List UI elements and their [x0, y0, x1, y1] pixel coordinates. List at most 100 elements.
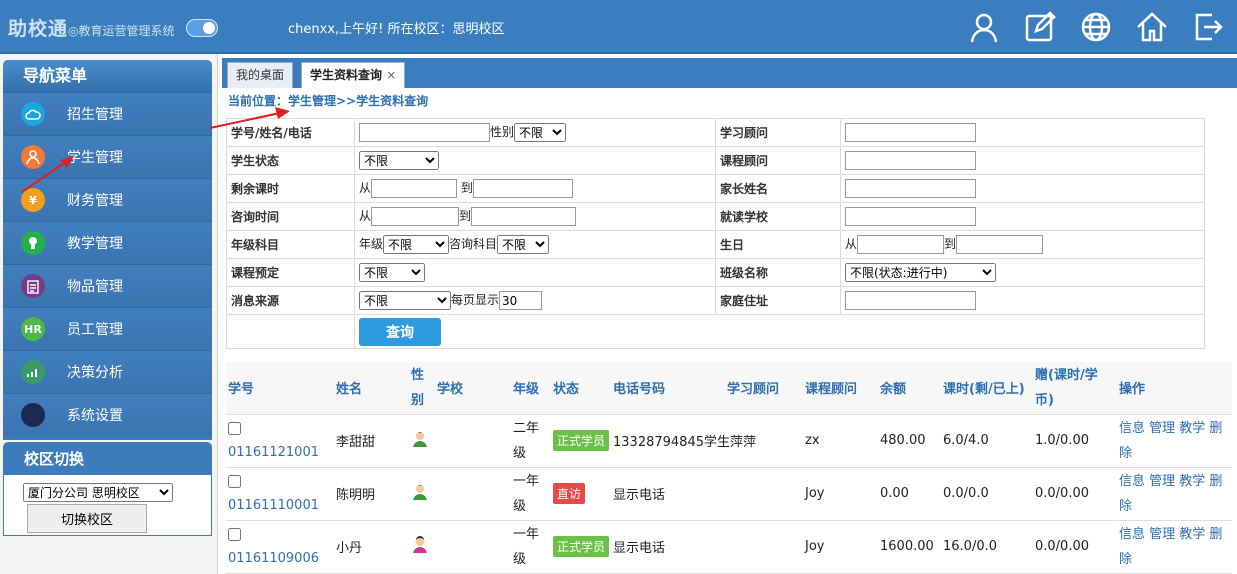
gift-cell: 1.0/0.00	[1033, 414, 1117, 468]
col-phone[interactable]: 电话号码	[611, 362, 725, 415]
reserve-select[interactable]: 不限	[359, 263, 425, 282]
table-row: 01161121001 李甜甜 二年级 正式学员 13328794845学生萍萍…	[226, 414, 1232, 468]
col-balance[interactable]: 余额	[878, 362, 941, 415]
female-avatar-icon	[411, 535, 429, 558]
col-advisor[interactable]: 学习顾问	[725, 362, 803, 415]
col-name[interactable]: 姓名	[334, 362, 409, 415]
col-ops: 操作	[1117, 362, 1232, 415]
tab-desktop[interactable]: 我的桌面	[227, 62, 294, 88]
campus-title: 校区切换	[4, 443, 211, 475]
status-select[interactable]: 不限	[359, 151, 439, 170]
from-label: 从	[845, 237, 858, 251]
col-id[interactable]: 学号	[226, 362, 334, 415]
grade-select[interactable]: 不限	[383, 235, 450, 254]
status-label: 学生状态	[226, 146, 355, 175]
student-id-link[interactable]: 01161121001	[228, 445, 332, 460]
switch-campus-button[interactable]: 切换校区	[27, 504, 147, 533]
col-school[interactable]: 学校	[435, 362, 511, 415]
address-label: 家庭住址	[715, 286, 841, 315]
cloud-icon	[21, 102, 45, 126]
to-label: 到	[459, 209, 472, 223]
filter-form: 学号/姓名/电话 性别 不限 学习顾问 学生状态 不限 课程顾问 剩余课时 从 到…	[226, 118, 1205, 349]
row-checkbox[interactable]	[228, 527, 241, 541]
course-advisor-input[interactable]	[845, 151, 976, 170]
nav-item-settings[interactable]: 系统设置	[3, 393, 212, 436]
nav-item-label: 决策分析	[67, 365, 123, 381]
grade-cell: 二年级	[511, 414, 551, 468]
row-actions[interactable]: 信息 管理 教学 删除	[1117, 414, 1232, 468]
school-input[interactable]	[845, 207, 976, 226]
nav-item-teaching[interactable]: 教学管理	[3, 221, 212, 264]
grade-cell: 一年级	[511, 520, 551, 574]
advisor-cell	[725, 467, 803, 521]
col-grade[interactable]: 年级	[511, 362, 551, 415]
nav-item-label: 财务管理	[67, 193, 123, 209]
grade-subject-label: 年级科目	[226, 230, 355, 259]
campus-switch-panel: 校区切换 厦门分公司 思明校区 切换校区	[3, 442, 212, 536]
left-column: 导航菜单 招生管理 学生管理 ¥ 财务管理 教学管理 物品管理 HR 员工管理 决策…	[0, 54, 218, 574]
student-id-link[interactable]: 01161110001	[228, 498, 332, 513]
remain-from-input[interactable]	[371, 179, 458, 198]
perpage-input[interactable]	[499, 291, 543, 310]
row-checkbox[interactable]	[228, 474, 241, 488]
consult-from-input[interactable]	[371, 207, 460, 226]
gender-select[interactable]: 不限	[514, 123, 567, 142]
col-course-advisor[interactable]: 课程顾问	[803, 362, 878, 415]
class-select[interactable]: 不限(状态:进行中)	[845, 263, 996, 282]
grade-cell: 一年级	[511, 467, 551, 521]
to-label: 到	[460, 181, 473, 195]
address-input[interactable]	[845, 291, 976, 310]
theme-toggle[interactable]	[186, 19, 218, 37]
tab-student-query[interactable]: 学生资料查询 ×	[301, 62, 406, 88]
col-status[interactable]: 状态	[551, 362, 611, 415]
subject-select[interactable]: 不限	[497, 235, 550, 254]
col-gender[interactable]: 性别	[409, 362, 435, 415]
table-row: 01161109006 小丹 一年级 正式学员 显示电话 Joy 1600.00…	[226, 520, 1232, 574]
phone-cell: 显示电话	[611, 467, 725, 521]
user-icon[interactable]	[965, 8, 1003, 46]
status-badge: 直访	[553, 483, 586, 504]
row-checkbox[interactable]	[228, 421, 241, 435]
clipboard-icon	[21, 274, 45, 298]
query-button[interactable]: 查询	[359, 317, 441, 346]
row-actions[interactable]: 信息 管理 教学 删除	[1117, 467, 1232, 521]
advisor-input[interactable]	[845, 123, 976, 142]
nav-item-recruit[interactable]: 招生管理	[3, 92, 212, 135]
id-label: 学号/姓名/电话	[226, 118, 355, 147]
consult-to-input[interactable]	[471, 207, 577, 226]
source-select[interactable]: 不限	[359, 291, 451, 310]
top-bar: 助校通◎教育运营管理系统 chenxx,上午好! 所在校区：思明校区	[0, 0, 1237, 54]
row-actions[interactable]: 信息 管理 教学 删除	[1117, 520, 1232, 574]
globe-icon[interactable]	[1077, 8, 1115, 46]
col-gift[interactable]: 赠(课时/学币)	[1033, 362, 1117, 415]
nav-title: 导航菜单	[3, 60, 212, 92]
nav-item-staff[interactable]: HR 员工管理	[3, 307, 212, 350]
birthday-from-input[interactable]	[857, 235, 945, 254]
nav-item-label: 学生管理	[67, 150, 123, 166]
tab-bar: 我的桌面 学生资料查询 ×	[222, 58, 1237, 88]
col-hours[interactable]: 课时(剩/已上)	[941, 362, 1033, 415]
course-advisor-cell: Joy	[803, 520, 878, 574]
campus-select[interactable]: 厦门分公司 思明校区	[23, 483, 173, 502]
parent-label: 家长姓名	[715, 174, 841, 203]
from-label: 从	[359, 181, 372, 195]
main-panel: 我的桌面 学生资料查询 × 当前位置：学生管理>>学生资料查询 学号/姓名/电话…	[222, 54, 1237, 574]
birthday-to-input[interactable]	[956, 235, 1044, 254]
nav-item-finance[interactable]: ¥ 财务管理	[3, 178, 212, 221]
advisor-label: 学习顾问	[715, 118, 841, 147]
nav-item-students[interactable]: 学生管理	[3, 135, 212, 178]
nav-item-items[interactable]: 物品管理	[3, 264, 212, 307]
remain-to-input[interactable]	[472, 179, 573, 198]
logout-icon[interactable]	[1189, 8, 1227, 46]
student-id-link[interactable]: 01161109006	[228, 551, 332, 566]
source-label: 消息来源	[226, 286, 355, 315]
yen-icon: ¥	[21, 188, 45, 212]
parent-input[interactable]	[845, 179, 976, 198]
nav-item-analysis[interactable]: 决策分析	[3, 350, 212, 393]
close-icon[interactable]: ×	[386, 68, 396, 82]
id-input[interactable]	[359, 123, 490, 142]
nav-item-label: 系统设置	[67, 408, 123, 424]
hours-cell: 16.0/0.0	[941, 520, 1033, 574]
home-icon[interactable]	[1133, 8, 1171, 46]
edit-icon[interactable]	[1021, 8, 1059, 46]
